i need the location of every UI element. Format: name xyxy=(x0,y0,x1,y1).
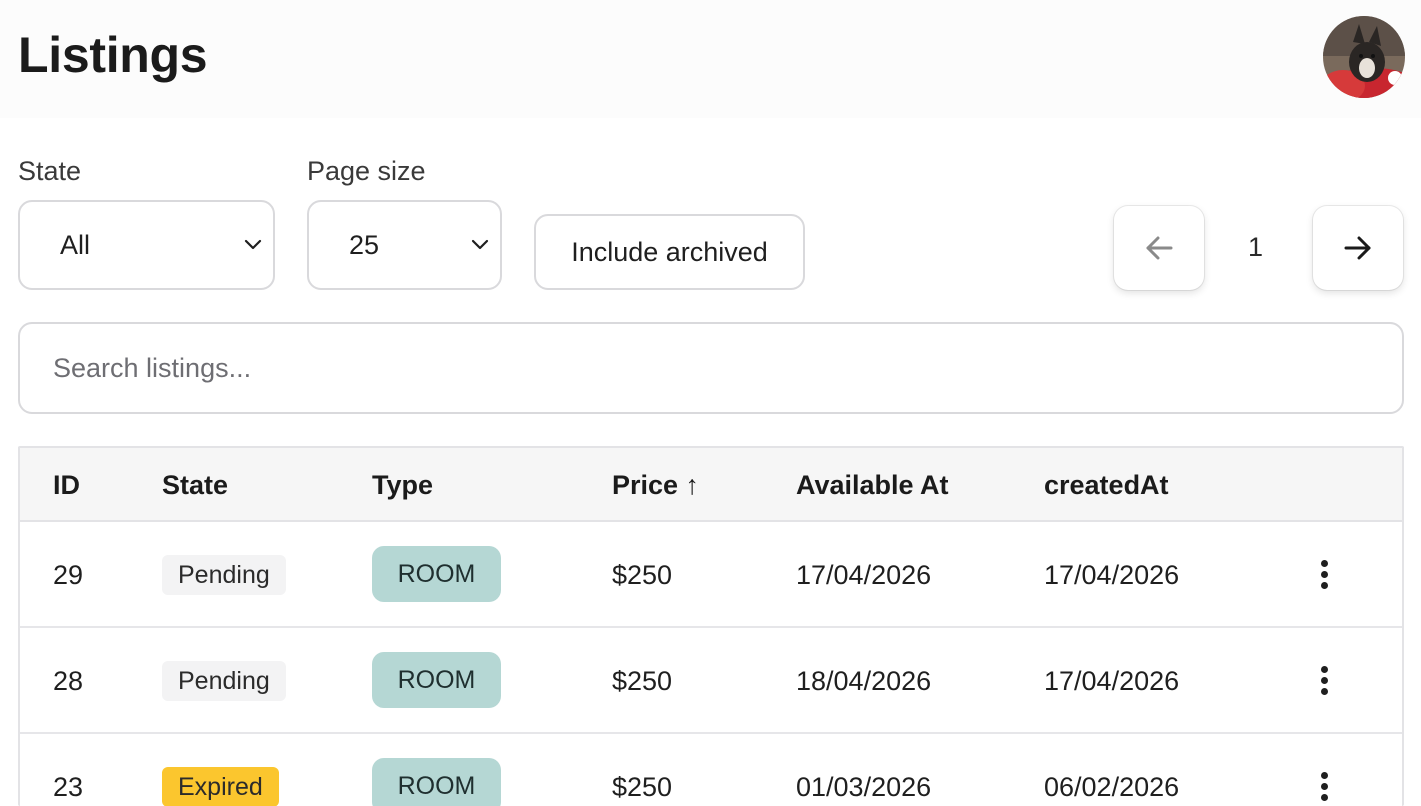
page-size-select-value: 25 xyxy=(349,230,380,260)
search-input[interactable] xyxy=(18,322,1404,414)
previous-page-button[interactable] xyxy=(1114,206,1204,290)
column-header-available-at[interactable]: Available At xyxy=(796,470,949,501)
state-badge: Pending xyxy=(162,555,286,595)
table-row[interactable]: 29 Pending ROOM $250 17/04/2026 17/04/20… xyxy=(20,522,1402,628)
state-select-value: All xyxy=(60,230,91,260)
cell-available-at: 17/04/2026 xyxy=(796,560,932,590)
state-badge: Expired xyxy=(162,767,279,806)
arrow-left-icon xyxy=(1146,236,1173,260)
cell-created-at: 06/02/2026 xyxy=(1044,772,1180,802)
column-header-price[interactable]: Price ↑ xyxy=(612,470,699,501)
row-actions-menu-icon[interactable] xyxy=(1310,558,1340,592)
cell-created-at: 17/04/2026 xyxy=(1044,560,1180,590)
type-badge: ROOM xyxy=(372,758,501,806)
table-header: ID State Type Price ↑ Available At creat… xyxy=(20,448,1402,522)
table-row[interactable]: 28 Pending ROOM $250 18/04/2026 17/04/20… xyxy=(20,628,1402,734)
page-size-select[interactable]: 25 xyxy=(307,200,502,290)
row-actions-menu-icon[interactable] xyxy=(1310,664,1340,698)
column-header-created-at[interactable]: createdAt xyxy=(1044,470,1169,501)
chevron-down-icon xyxy=(471,239,489,250)
cell-id: 28 xyxy=(53,666,84,696)
cell-available-at: 01/03/2026 xyxy=(796,772,932,802)
state-badge: Pending xyxy=(162,661,286,701)
arrow-right-icon xyxy=(1344,236,1371,260)
state-filter-label: State xyxy=(18,156,82,186)
page-size-label: Page size xyxy=(307,156,426,186)
column-header-type[interactable]: Type xyxy=(372,470,433,501)
column-header-id[interactable]: ID xyxy=(53,470,80,501)
user-avatar[interactable] xyxy=(1323,16,1405,98)
cell-price: $250 xyxy=(612,560,673,590)
type-badge: ROOM xyxy=(372,652,501,708)
next-page-button[interactable] xyxy=(1313,206,1403,290)
cell-id: 23 xyxy=(53,772,84,802)
page-header: Listings xyxy=(0,0,1421,118)
state-select[interactable]: All xyxy=(18,200,275,290)
chevron-down-icon xyxy=(244,239,262,250)
type-badge: ROOM xyxy=(372,546,501,602)
column-header-state[interactable]: State xyxy=(162,470,228,501)
table-row[interactable]: 23 Expired ROOM $250 01/03/2026 06/02/20… xyxy=(20,734,1402,806)
row-actions-menu-icon[interactable] xyxy=(1310,770,1340,804)
page-title: Listings xyxy=(18,27,208,83)
current-page-number: 1 xyxy=(1248,232,1264,262)
cell-price: $250 xyxy=(612,666,673,696)
cell-created-at: 17/04/2026 xyxy=(1044,666,1180,696)
cell-id: 29 xyxy=(53,560,84,590)
avatar-photo-icon xyxy=(1323,16,1405,98)
listings-table: ID State Type Price ↑ Available At creat… xyxy=(18,446,1404,806)
cell-available-at: 18/04/2026 xyxy=(796,666,932,696)
include-archived-button[interactable]: Include archived xyxy=(534,214,805,290)
cell-price: $250 xyxy=(612,772,673,802)
